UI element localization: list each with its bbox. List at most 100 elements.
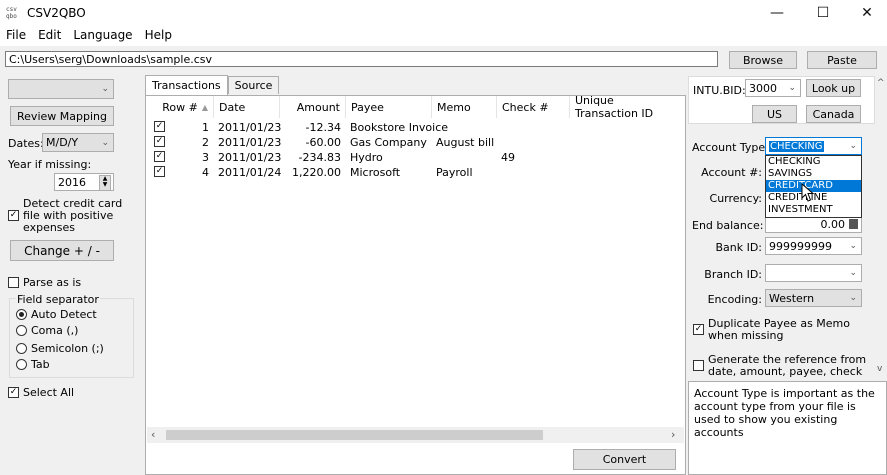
column-header-amount[interactable]: Amount: [280, 96, 346, 118]
scroll-left-icon[interactable]: ‹: [151, 428, 155, 441]
row-checkbox[interactable]: ✓: [154, 136, 165, 147]
column-header-payee[interactable]: Payee: [346, 96, 432, 118]
generate-reference-checkbox[interactable]: [693, 360, 704, 371]
select-all-checkbox[interactable]: ✓: [8, 387, 19, 398]
tab-transactions[interactable]: Transactions: [145, 75, 228, 95]
close-button[interactable]: ✕: [844, 0, 887, 26]
account-type-select[interactable]: CHECKING ⌄: [765, 137, 862, 155]
account-type-option[interactable]: CHECKING: [766, 156, 861, 168]
minimize-button[interactable]: —: [754, 0, 800, 26]
encoding-select[interactable]: Western ⌄: [765, 289, 862, 307]
mouse-cursor-icon: [801, 183, 815, 202]
chevron-down-icon: ⌄: [849, 268, 857, 278]
year-stepper[interactable]: 2016 ▲ ▼: [54, 173, 114, 191]
row-date: 2011/01/24: [218, 166, 282, 179]
column-header-memo[interactable]: Memo: [432, 96, 497, 118]
review-mapping-button[interactable]: Review Mapping: [10, 106, 114, 126]
tab-source[interactable]: Source: [227, 76, 280, 94]
separator-label: Coma (,): [31, 324, 79, 337]
scrollbar-thumb[interactable]: [166, 430, 543, 440]
mapping-select[interactable]: ⌄: [8, 79, 114, 99]
currency-label: Currency:: [709, 192, 762, 205]
intu-bid-select[interactable]: 3000 ⌄: [745, 79, 801, 97]
separator-label: Tab: [31, 358, 50, 371]
row-date: 2011/01/23: [218, 121, 282, 134]
select-all-label: Select All: [23, 386, 75, 399]
app-icon: csv qbo: [6, 6, 22, 22]
separator-label: Auto Detect: [31, 308, 97, 321]
close-icon: ✕: [861, 5, 873, 21]
table-row[interactable]: ✓ 4 2011/01/24 1,220.00 Microsoft Payrol…: [146, 165, 685, 180]
canada-button[interactable]: Canada: [806, 105, 861, 123]
column-header-date[interactable]: Date: [214, 96, 280, 118]
app-icon-bottom-text: qbo: [6, 13, 17, 20]
menu-language[interactable]: Language: [67, 26, 138, 46]
branch-id-select[interactable]: ⌄: [765, 264, 862, 282]
scroll-right-icon[interactable]: ›: [671, 428, 675, 441]
row-memo: August bill: [436, 136, 495, 149]
minimize-icon: —: [770, 5, 784, 21]
paste-button[interactable]: Paste: [807, 51, 877, 69]
menu-bar: File Edit Language Help: [0, 26, 887, 46]
title-bar: csv qbo CSV2QBO — ☐ ✕: [0, 0, 887, 26]
table-row[interactable]: ✓ 2 2011/01/23 -60.00 Gas Company August…: [146, 135, 685, 150]
row-payee: Bookstore Invoice: [350, 121, 449, 134]
scroll-up-icon[interactable]: ^: [877, 78, 885, 88]
column-header-unique-id[interactable]: Unique Transaction ID: [570, 94, 685, 120]
horizontal-scrollbar[interactable]: ‹ ›: [147, 427, 684, 443]
column-header-check[interactable]: Check #: [497, 96, 570, 118]
calculator-icon[interactable]: [849, 219, 858, 229]
row-payee: Hydro: [350, 151, 383, 164]
parse-as-is-checkbox[interactable]: [8, 277, 19, 288]
account-type-option[interactable]: INVESTMENT: [766, 204, 861, 216]
stepper-arrows-icon[interactable]: ▲ ▼: [99, 175, 111, 191]
account-type-value: CHECKING: [769, 140, 824, 152]
row-check: 49: [501, 151, 515, 164]
column-header-row[interactable]: Row # ▲: [146, 96, 214, 118]
scroll-down-icon[interactable]: v: [877, 364, 882, 374]
year-value: 2016: [58, 175, 86, 189]
row-checkbox[interactable]: ✓: [154, 166, 165, 177]
row-checkbox[interactable]: ✓: [154, 121, 165, 132]
duplicate-payee-checkbox[interactable]: ✓: [693, 324, 704, 335]
dates-format-select[interactable]: M/D/Y ⌄: [42, 133, 114, 152]
maximize-button[interactable]: ☐: [800, 0, 846, 26]
row-memo: Payroll: [436, 166, 473, 179]
menu-help[interactable]: Help: [139, 26, 178, 46]
browse-button[interactable]: Browse: [729, 51, 797, 69]
us-button[interactable]: US: [752, 105, 797, 123]
separator-radio[interactable]: [16, 325, 27, 336]
account-number-label: Account #:: [701, 166, 762, 179]
look-up-button[interactable]: Look up: [806, 79, 861, 97]
help-text: Account Type is important as the account…: [694, 387, 875, 439]
detect-credit-label: Detect credit card file with positive ex…: [23, 197, 123, 234]
file-path-input[interactable]: C:\Users\serg\Downloads\sample.csv: [5, 51, 718, 67]
row-number: 2: [202, 136, 209, 149]
year-missing-label: Year if missing:: [8, 158, 92, 171]
dates-format-value: M/D/Y: [46, 136, 79, 149]
row-amount: 1,220.00: [292, 166, 341, 179]
intu-bid-value: 3000: [749, 81, 777, 95]
table-row[interactable]: ✓ 3 2011/01/23 -234.83 Hydro 49: [146, 150, 685, 165]
menu-edit[interactable]: Edit: [32, 26, 67, 46]
detect-credit-checkbox[interactable]: ✓: [8, 210, 19, 221]
vertical-scrollbar[interactable]: ^ v: [875, 76, 887, 380]
menu-file[interactable]: File: [0, 26, 32, 46]
maximize-icon: ☐: [816, 5, 830, 21]
table-row[interactable]: ✓ 1 2011/01/23 -12.34 Bookstore Invoice: [146, 120, 685, 135]
separator-radio[interactable]: [16, 359, 27, 370]
bank-id-select[interactable]: 999999999 ⌄: [765, 237, 862, 255]
row-payee: Gas Company: [350, 136, 427, 149]
convert-button[interactable]: Convert: [573, 449, 676, 470]
transactions-table: Row # ▲ Date Amount Payee Memo Check # U…: [145, 94, 686, 475]
window-title: CSV2QBO: [27, 6, 86, 20]
bank-id-label: Bank ID:: [715, 241, 762, 254]
row-number: 4: [202, 166, 209, 179]
account-type-option[interactable]: SAVINGS: [766, 168, 861, 180]
change-sign-button[interactable]: Change + / -: [10, 240, 114, 261]
separator-radio[interactable]: [16, 309, 27, 320]
row-checkbox[interactable]: ✓: [154, 151, 165, 162]
separator-radio[interactable]: [16, 343, 27, 354]
intu-bid-label: INTU.BID:: [693, 84, 746, 97]
dates-label: Dates:: [8, 137, 44, 150]
